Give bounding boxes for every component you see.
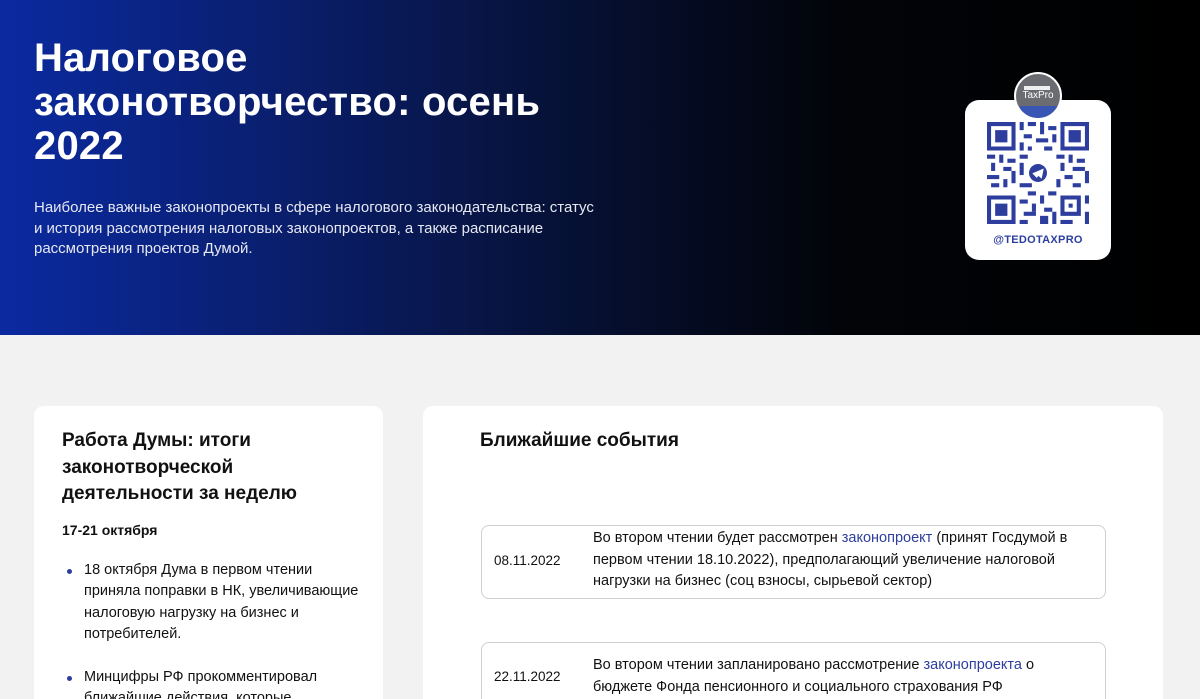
news-list: 18 октября Дума в первом чтении приняла … [62, 560, 362, 699]
hero-banner: Налоговое законотворчество: осень 2022 Н… [0, 0, 1200, 335]
event-description: Во втором чтении будет рассмотрен законо… [593, 530, 1068, 589]
event-date: 08.11.2022 [494, 553, 561, 568]
list-item-text: 18 октября Дума в первом чтении приняла … [84, 562, 359, 642]
taxpro-logo: TaxPro [1014, 72, 1062, 120]
list-item: Минцифры РФ прокомментировал ближайшие д… [62, 667, 362, 699]
upcoming-events-card: Ближайшие события 08.11.2022 Во втором ч… [423, 406, 1163, 699]
card-title: Работа Думы: итоги законотворческой деят… [62, 430, 298, 504]
qr-code [987, 122, 1089, 224]
bill-link[interactable]: законопроекта [924, 657, 1022, 673]
page-subtitle: Наиболее важные законопроекты в сфере на… [34, 199, 594, 257]
duma-weekly-card: Работа Думы: итоги законотворческой деят… [34, 406, 383, 699]
telegram-handle[interactable]: @TEDOTAXPRO [965, 234, 1111, 246]
page-title: Налоговое законотворчество: осень 2022 [34, 36, 541, 168]
bill-link[interactable]: законопроект [842, 530, 933, 546]
event-row: 08.11.2022 Во втором чтении будет рассмо… [481, 525, 1106, 599]
bullet-icon [67, 676, 72, 682]
week-date-range: 17-21 октября [62, 522, 158, 538]
telegram-qr-card[interactable]: TaxPro @TEDOTAXPRO [965, 72, 1111, 260]
event-date: 22.11.2022 [494, 669, 561, 684]
list-item: 18 октября Дума в первом чтении приняла … [62, 560, 362, 645]
bullet-icon [67, 569, 72, 574]
event-row: 22.11.2022 Во втором чтении запланирован… [481, 642, 1106, 699]
card-title: Ближайшие события [480, 430, 679, 451]
list-item-text: Минцифры РФ прокомментировал ближайшие д… [84, 669, 318, 699]
event-description: Во втором чтении запланировано рассмотре… [593, 657, 1035, 695]
